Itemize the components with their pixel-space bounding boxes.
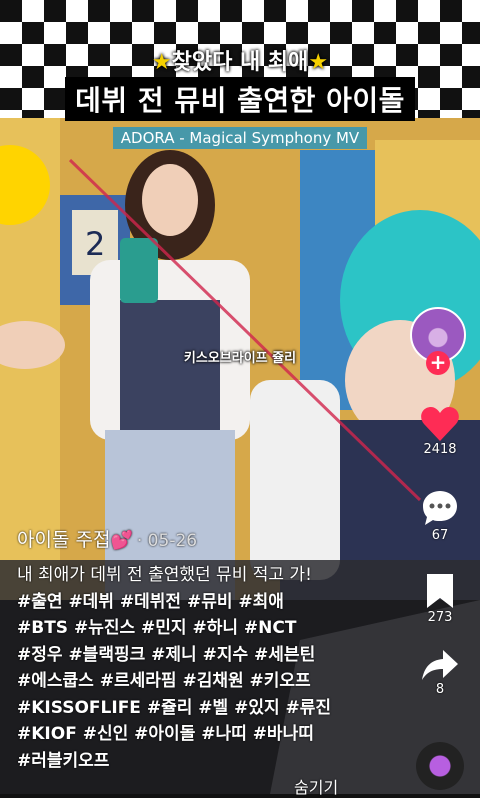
comment-count: 67: [431, 528, 449, 543]
star-icon: ★: [151, 50, 172, 75]
hashtag-line[interactable]: #BTS #뉴진스 #민지 #하니 #NCT: [17, 615, 407, 642]
comment-button[interactable]: 67: [410, 488, 470, 543]
svg-text:2: 2: [85, 225, 105, 263]
bookmark-count: 273: [427, 610, 453, 625]
heart-emoji-icon: 💕: [110, 530, 133, 551]
hashtag-line[interactable]: #에스쿱스 #르세라핌 #김채원 #키오프: [17, 668, 407, 695]
music-disc-icon[interactable]: [416, 742, 464, 790]
caption-title: ★찾았다 내 최애★: [0, 44, 480, 76]
share-button[interactable]: 8: [410, 648, 470, 697]
caption-line1-text: 찾았다 내 최애: [171, 50, 309, 75]
post-info: 아이돌 주접💕 · 05-26 내 최애가 데뷔 전 출연했던 뮤비 적고 가! …: [17, 525, 407, 774]
hashtag-line[interactable]: #출연 #데뷔 #데뷔전 #뮤비 #최애: [17, 589, 407, 616]
follow-button[interactable]: +: [426, 351, 450, 375]
hashtag-list: #출연 #데뷔 #데뷔전 #뮤비 #최애 #BTS #뉴진스 #민지 #하니 #…: [17, 589, 407, 775]
name-tag: 키스오브라이프 쥴리: [183, 351, 297, 366]
bookmark-icon: [410, 572, 470, 610]
star-icon: ★: [308, 50, 329, 75]
caption-line2-text: 데뷔 전 뮤비 출연한 아이돌: [65, 77, 415, 121]
hashtag-line[interactable]: #정우 #블랙핑크 #제니 #지수 #세븐틴: [17, 642, 407, 669]
post-description: 내 최애가 데뷔 전 출연했던 뮤비 적고 가!: [17, 565, 312, 585]
author-name[interactable]: 아이돌 주접: [17, 529, 110, 551]
hide-button[interactable]: 숨기기: [294, 774, 338, 798]
hashtag-line[interactable]: #KISSOFLIFE #쥴리 #벨 #있지 #류진: [17, 695, 407, 722]
hashtag-line[interactable]: #러블키오프: [17, 748, 407, 775]
bookmark-button[interactable]: 273: [410, 572, 470, 625]
author-row: 아이돌 주접💕 · 05-26: [17, 525, 407, 552]
hashtag-line[interactable]: #KIOF #신인 #아이돌 #나띠 #바나띠: [17, 721, 407, 748]
share-count: 8: [435, 682, 445, 697]
mv-label: ADORA - Magical Symphony MV: [112, 127, 368, 149]
comment-icon: [410, 488, 470, 528]
like-count: 2418: [423, 442, 457, 457]
share-icon: [410, 648, 470, 682]
heart-icon: [410, 406, 470, 442]
post-date: · 05-26: [136, 531, 198, 551]
caption-subtitle-wrap: 데뷔 전 뮤비 출연한 아이돌: [0, 77, 480, 121]
mv-label-wrap: ADORA - Magical Symphony MV: [0, 127, 480, 149]
like-button[interactable]: 2418: [410, 406, 470, 457]
